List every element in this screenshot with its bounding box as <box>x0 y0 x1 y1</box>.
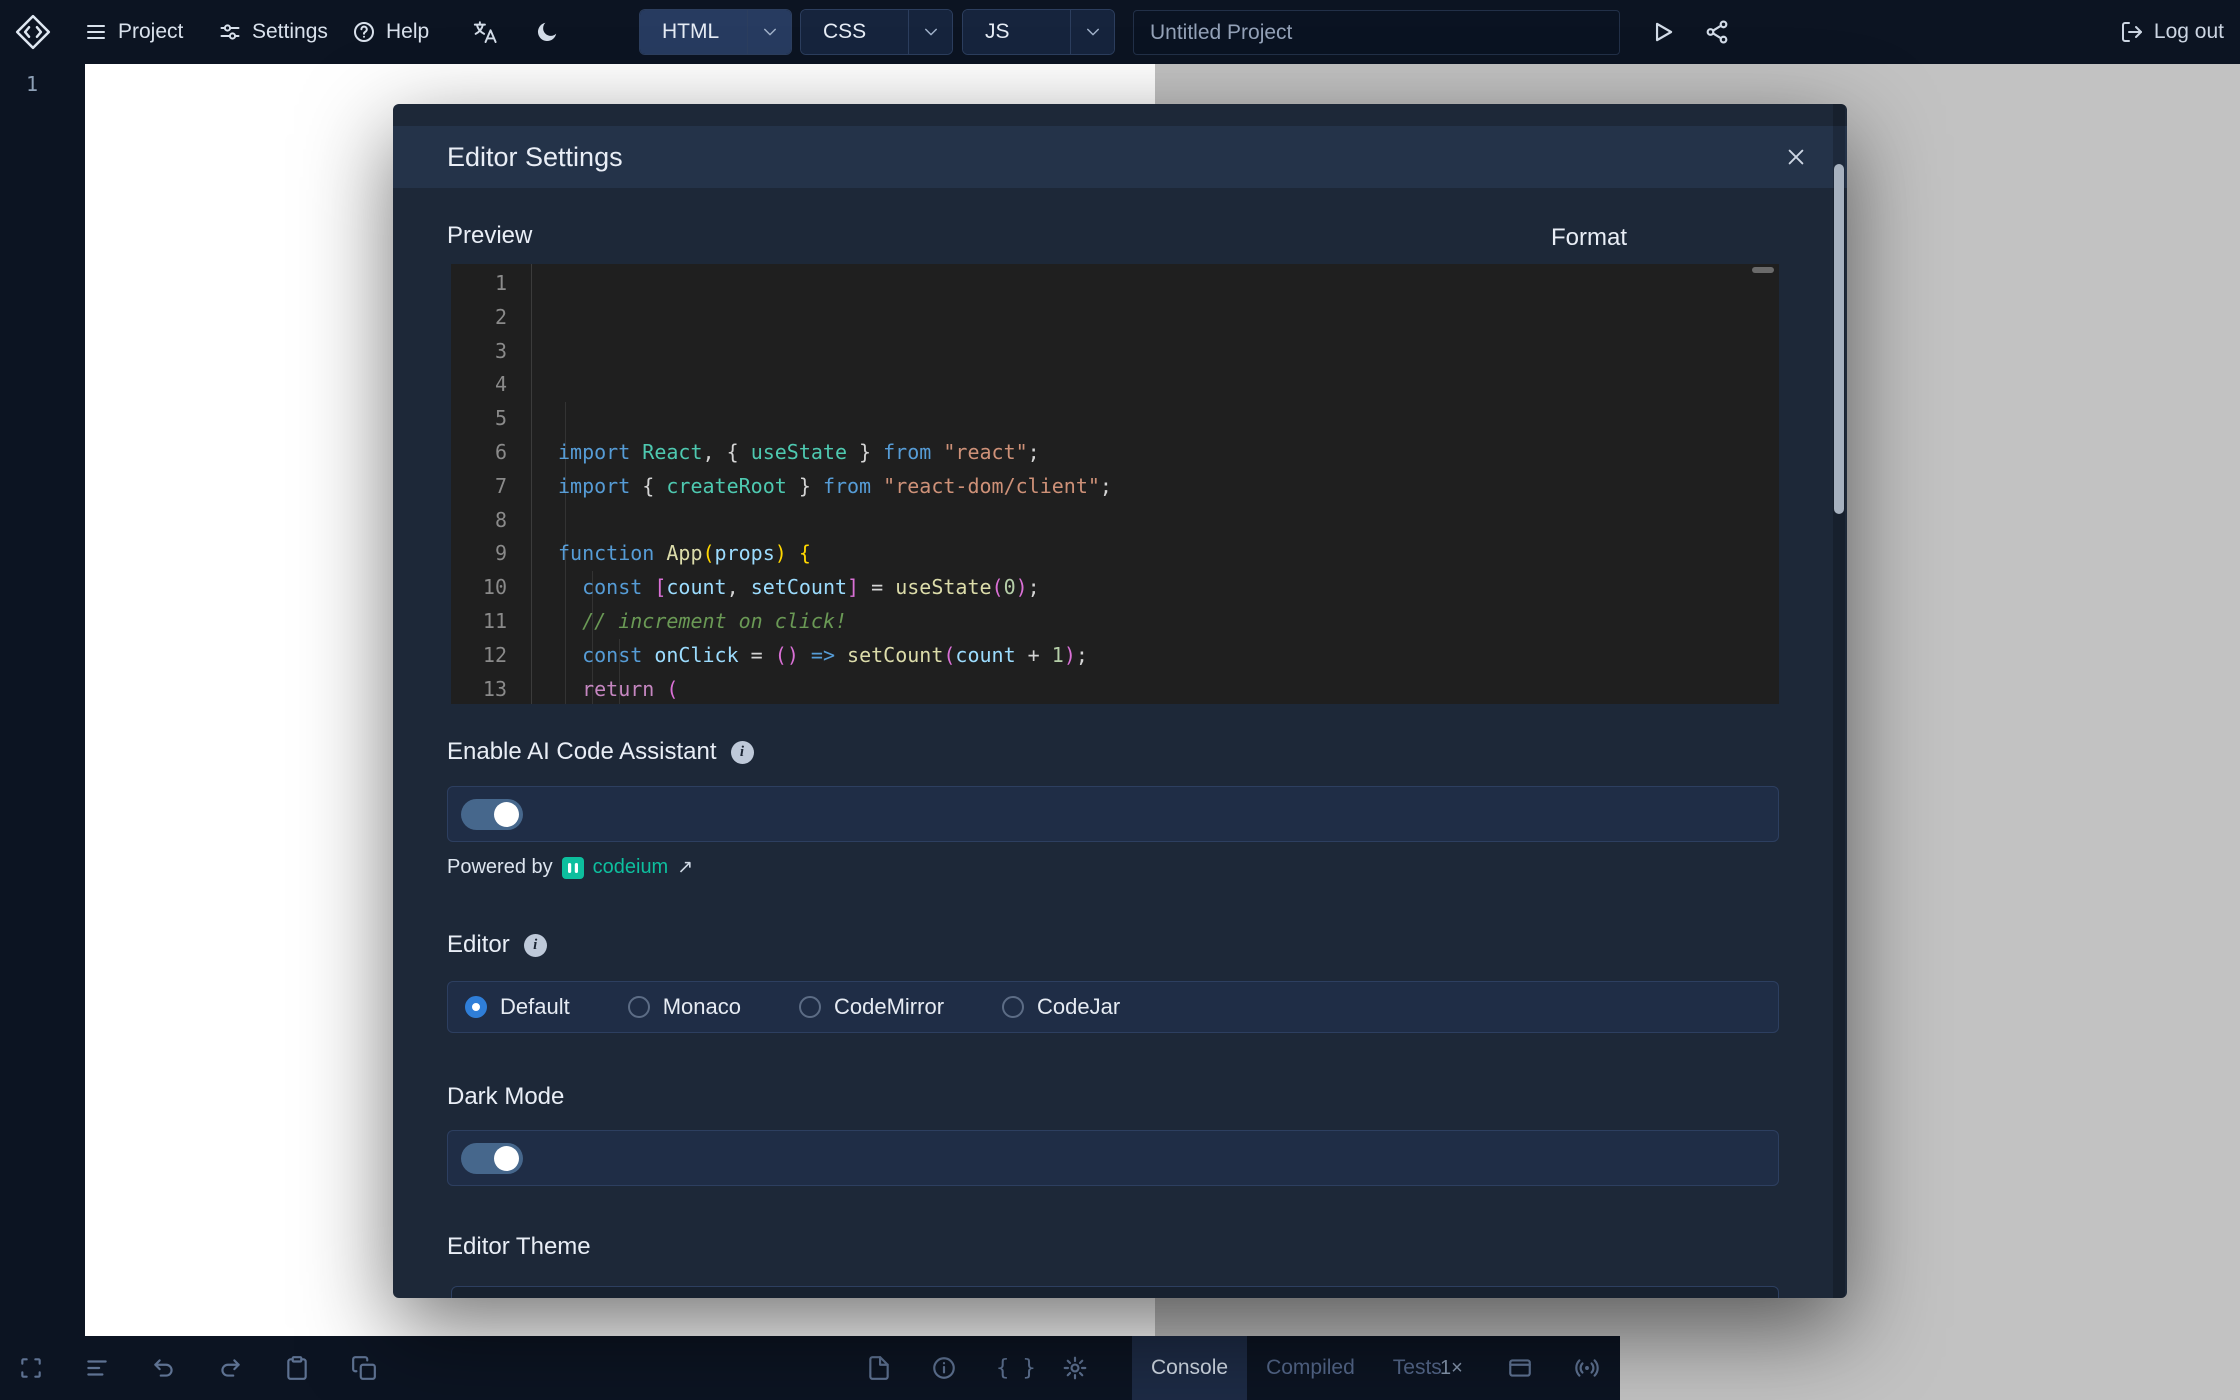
logout-icon <box>2120 20 2144 44</box>
dark-mode-heading-label: Dark Mode <box>447 1083 564 1111</box>
codeium-logo-icon <box>562 857 584 879</box>
redo-icon[interactable] <box>217 1336 243 1400</box>
sliders-icon <box>218 20 242 44</box>
radio-label: Default <box>500 994 570 1020</box>
radio-option-monaco[interactable]: Monaco <box>628 994 741 1020</box>
logout-label: Log out <box>2154 20 2224 44</box>
dark-mode-toggle-row <box>447 1130 1779 1186</box>
ai-assistant-toggle[interactable] <box>461 799 523 830</box>
toggle-knob <box>494 1146 519 1171</box>
top-bar: Project Settings Help HTML CSS JS <box>0 0 2240 64</box>
radio-label: CodeMirror <box>834 994 944 1020</box>
css-button-label[interactable]: CSS <box>801 10 908 54</box>
menu-settings-label: Settings <box>252 20 328 44</box>
html-editor-button[interactable]: HTML <box>639 9 792 55</box>
menu-help-label: Help <box>386 20 429 44</box>
gear-icon[interactable] <box>1062 1336 1088 1400</box>
menu-project[interactable]: Project <box>84 0 183 64</box>
menu-settings[interactable]: Settings <box>218 0 328 64</box>
radio-label: Monaco <box>663 994 741 1020</box>
tab-console[interactable]: Console <box>1132 1336 1247 1400</box>
tab-tests-label: Tests <box>1393 1356 1442 1380</box>
radio-circle[interactable] <box>799 996 821 1018</box>
radio-option-codemirror[interactable]: CodeMirror <box>799 994 944 1020</box>
help-circle-icon <box>352 20 376 44</box>
editor-line-gutter: 1 <box>0 64 85 1336</box>
console-tabs: Console Compiled Tests <box>1132 1336 1461 1400</box>
bottom-bar: { } Console Compiled Tests 1× <box>0 1336 1620 1400</box>
run-play-icon[interactable] <box>1650 0 1676 64</box>
dark-mode-heading: Dark Mode <box>447 1083 564 1111</box>
file-icon[interactable] <box>866 1336 892 1400</box>
undo-icon[interactable] <box>151 1336 177 1400</box>
copy-icon[interactable] <box>351 1336 377 1400</box>
js-button-label[interactable]: JS <box>963 10 1070 54</box>
modal-scrollbar-thumb[interactable] <box>1834 164 1844 514</box>
app-logo[interactable] <box>14 0 52 64</box>
chevron-down-icon[interactable] <box>1070 10 1114 54</box>
editor-choice-row: Default Monaco CodeMirror CodeJar <box>447 981 1779 1033</box>
live-broadcast-icon[interactable] <box>1574 1336 1600 1400</box>
hamburger-icon <box>84 20 108 44</box>
dark-mode-toggle[interactable] <box>461 1143 523 1174</box>
line-number: 1 <box>26 72 38 96</box>
tab-console-label: Console <box>1151 1356 1228 1380</box>
ai-assistant-heading: Enable AI Code Assistant i <box>447 738 754 766</box>
info-icon[interactable]: i <box>524 934 547 957</box>
braces-icon[interactable]: { } <box>996 1336 1036 1400</box>
preview-window-icon[interactable] <box>1507 1336 1533 1400</box>
close-icon[interactable] <box>1785 146 1807 168</box>
tab-compiled[interactable]: Compiled <box>1247 1336 1374 1400</box>
editor-settings-modal: Editor Settings Preview Format 123456789… <box>393 104 1847 1298</box>
modal-header: Editor Settings <box>393 126 1847 188</box>
toggle-knob <box>494 802 519 827</box>
format-button[interactable]: Format <box>1551 224 1627 252</box>
select-tool-icon[interactable] <box>18 1336 44 1400</box>
indent-guide <box>565 402 566 704</box>
code-scrollbar[interactable] <box>1752 267 1774 273</box>
info-icon[interactable] <box>931 1336 957 1400</box>
editor-heading: Editor i <box>447 931 547 959</box>
project-name-input[interactable] <box>1133 10 1620 55</box>
modal-title: Editor Settings <box>447 142 623 173</box>
menu-project-label: Project <box>118 20 183 44</box>
translate-icon[interactable] <box>472 0 499 64</box>
code-preview-gutter: 12345678910111213 <box>451 264 531 704</box>
code-preview: 12345678910111213 import React, { useSta… <box>451 264 1779 704</box>
chevron-down-icon[interactable] <box>747 10 791 54</box>
editor-theme-heading: Editor Theme <box>447 1233 591 1261</box>
share-icon[interactable] <box>1704 0 1730 64</box>
radio-circle[interactable] <box>628 996 650 1018</box>
logout-button[interactable]: Log out <box>2120 0 2224 64</box>
radio-option-default[interactable]: Default <box>465 994 570 1020</box>
codeium-link[interactable]: codeium <box>593 856 669 879</box>
powered-by: Powered by codeium ↗ <box>447 856 693 879</box>
dark-mode-moon-icon[interactable] <box>534 0 560 64</box>
radio-label: CodeJar <box>1037 994 1120 1020</box>
chevron-down-icon[interactable] <box>908 10 952 54</box>
ai-toggle-row <box>447 786 1779 842</box>
external-link-icon: ↗ <box>677 856 693 879</box>
editor-theme-heading-label: Editor Theme <box>447 1233 591 1261</box>
editor-heading-label: Editor <box>447 931 510 959</box>
paste-icon[interactable] <box>284 1336 310 1400</box>
ai-assistant-heading-label: Enable AI Code Assistant <box>447 738 717 766</box>
radio-circle[interactable] <box>1002 996 1024 1018</box>
js-editor-button[interactable]: JS <box>962 9 1115 55</box>
radio-option-codejar[interactable]: CodeJar <box>1002 994 1120 1020</box>
format-lines-icon[interactable] <box>84 1336 110 1400</box>
info-icon[interactable]: i <box>731 741 754 764</box>
powered-by-label: Powered by <box>447 856 553 879</box>
preview-label: Preview <box>447 222 532 250</box>
editor-theme-select[interactable] <box>451 1286 1779 1298</box>
tab-compiled-label: Compiled <box>1266 1356 1355 1380</box>
radio-circle[interactable] <box>465 996 487 1018</box>
indent-guide <box>592 571 593 704</box>
menu-help[interactable]: Help <box>352 0 429 64</box>
indent-guide <box>619 639 620 704</box>
code-preview-lines: import React, { useState } from "react";… <box>531 264 1779 704</box>
zoom-level[interactable]: 1× <box>1440 1336 1463 1400</box>
html-button-label[interactable]: HTML <box>640 10 747 54</box>
css-editor-button[interactable]: CSS <box>800 9 953 55</box>
